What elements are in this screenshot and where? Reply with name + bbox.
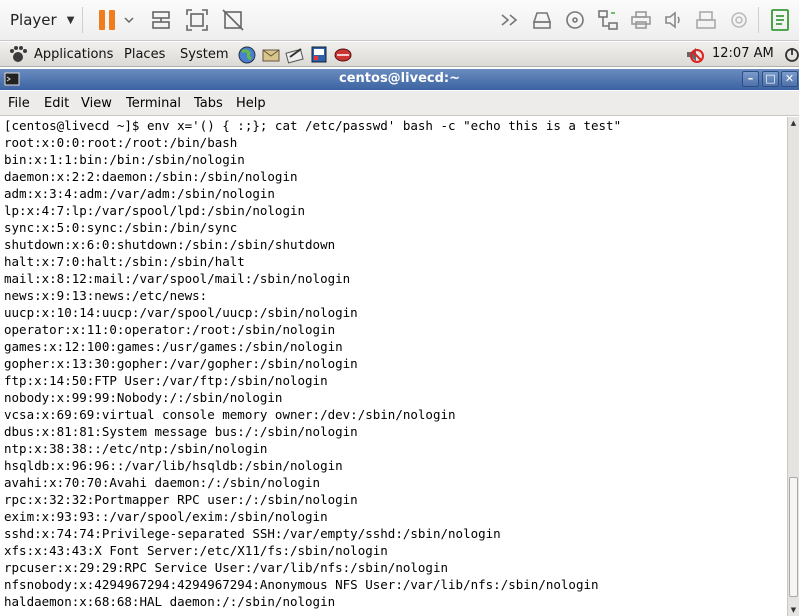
places-menu[interactable]: Places bbox=[124, 46, 165, 63]
fit-guest-icon[interactable] bbox=[185, 8, 209, 32]
scrollbar-thumb[interactable] bbox=[789, 477, 798, 597]
terminal-output-line: exim:x:93:93::/var/spool/exim:/sbin/nolo… bbox=[4, 509, 328, 524]
web-browser-icon[interactable] bbox=[237, 45, 257, 64]
system-menu[interactable]: System bbox=[180, 46, 228, 63]
gnome-top-panel: Applications Places System 12:07 AM bbox=[0, 42, 799, 67]
terminal-output-line: nobody:x:99:99:Nobody:/:/sbin/nologin bbox=[4, 390, 283, 405]
toolbar-divider bbox=[758, 7, 759, 33]
chevron-down-icon[interactable] bbox=[122, 8, 136, 32]
chevron-down-icon: ▼ bbox=[66, 14, 75, 26]
player-toolbar: Player ▼ bbox=[0, 0, 799, 41]
terminal-output-line: sync:x:5:0:sync:/sbin:/bin/sync bbox=[4, 220, 238, 235]
terminal-output-line: operator:x:11:0:operator:/root:/sbin/nol… bbox=[4, 322, 336, 337]
menu-tabs[interactable]: Tabs bbox=[194, 96, 223, 111]
message-log-icon[interactable] bbox=[768, 8, 792, 32]
toolbar-divider bbox=[82, 7, 83, 33]
console-view-icon[interactable] bbox=[499, 8, 523, 32]
terminal-output-line: lp:x:4:7:lp:/var/spool/lpd:/sbin/nologin bbox=[4, 203, 306, 218]
terminal-output-line: hsqldb:x:96:96::/var/lib/hsqldb:/sbin/no… bbox=[4, 458, 343, 473]
terminal-output-line: dbus:x:81:81:System message bus:/:/sbin/… bbox=[4, 424, 358, 439]
terminal-output-line: bin:x:1:1:bin:/bin:/sbin/nologin bbox=[4, 152, 245, 167]
window-titlebar[interactable]: centos@livecd:~ – □ ✕ bbox=[0, 69, 799, 90]
terminal-output-line: halt:x:7:0:halt:/sbin:/sbin/halt bbox=[4, 254, 245, 269]
menu-view[interactable]: View bbox=[81, 96, 112, 111]
text-editor-icon[interactable] bbox=[285, 45, 305, 64]
menu-file[interactable]: File bbox=[8, 96, 30, 111]
close-button[interactable]: ✕ bbox=[781, 71, 798, 87]
camera-icon[interactable] bbox=[727, 8, 751, 32]
vertical-scrollbar[interactable]: ▲ ▼ bbox=[787, 117, 799, 616]
hard-disk-icon[interactable] bbox=[530, 8, 554, 32]
terminal-output-line: news:x:9:13:news:/etc/news: bbox=[4, 288, 208, 303]
terminal-output-line: haldaemon:x:68:68:HAL daemon:/:/sbin/nol… bbox=[4, 594, 336, 609]
terminal-command-line: [centos@livecd ~]$ env x='() { :;}; cat … bbox=[4, 118, 622, 133]
cd-dvd-icon[interactable] bbox=[563, 8, 587, 32]
player-menu[interactable]: Player ▼ bbox=[10, 9, 74, 31]
unity-icon[interactable] bbox=[221, 8, 245, 32]
terminal-output-line: gopher:x:13:30:gopher:/var/gopher:/sbin/… bbox=[4, 356, 358, 371]
printer-icon[interactable] bbox=[629, 8, 653, 32]
terminal-output-line: sshd:x:74:74:Privilege-separated SSH:/va… bbox=[4, 526, 501, 541]
volume-muted-icon[interactable] bbox=[684, 45, 706, 64]
gnome-foot-icon bbox=[8, 45, 28, 64]
panel-clock[interactable]: 12:07 AM bbox=[712, 46, 774, 61]
terminal-output-line: mail:x:8:12:mail:/var/spool/mail:/sbin/n… bbox=[4, 271, 351, 286]
menu-help[interactable]: Help bbox=[236, 96, 266, 111]
terminal-output-line: vcsa:x:69:69:virtual console memory owne… bbox=[4, 407, 456, 422]
mail-icon[interactable] bbox=[261, 45, 281, 64]
menu-terminal[interactable]: Terminal bbox=[126, 96, 181, 111]
terminal-output-line: uucp:x:10:14:uucp:/var/spool/uucp:/sbin/… bbox=[4, 305, 358, 320]
minimize-button[interactable]: – bbox=[742, 71, 759, 87]
window-title: centos@livecd:~ bbox=[339, 71, 460, 86]
terminal-output-line: adm:x:3:4:adm:/var/adm:/sbin/nologin bbox=[4, 186, 275, 201]
player-menu-label: Player bbox=[10, 11, 57, 29]
pause-icon[interactable] bbox=[95, 8, 119, 32]
scroll-down-arrow-icon[interactable]: ▼ bbox=[788, 604, 799, 616]
terminal-output-line: nfsnobody:x:4294967294:4294967294:Anonym… bbox=[4, 577, 599, 592]
terminal-menubar: File Edit View Terminal Tabs Help bbox=[0, 91, 799, 116]
terminal-output-line: daemon:x:2:2:daemon:/sbin:/sbin/nologin bbox=[4, 169, 298, 184]
terminal-output[interactable]: [centos@livecd ~]$ env x='() { :;}; cat … bbox=[0, 117, 787, 616]
terminal-output-line: rpc:x:32:32:Portmapper RPC user:/:/sbin/… bbox=[4, 492, 358, 507]
terminal-output-line: shutdown:x:6:0:shutdown:/sbin:/sbin/shut… bbox=[4, 237, 336, 252]
scroll-up-arrow-icon[interactable]: ▲ bbox=[788, 117, 799, 129]
terminal-output-line: xfs:x:43:43:X Font Server:/etc/X11/fs:/s… bbox=[4, 543, 388, 558]
package-icon[interactable] bbox=[333, 45, 353, 64]
sound-card-icon[interactable] bbox=[662, 8, 686, 32]
usb-device-icon[interactable] bbox=[694, 8, 718, 32]
terminal-output-line: ntp:x:38:38::/etc/ntp:/sbin/nologin bbox=[4, 441, 268, 456]
menu-edit[interactable]: Edit bbox=[44, 96, 69, 111]
terminal-output-line: ftp:x:14:50:FTP User:/var/ftp:/sbin/nolo… bbox=[4, 373, 328, 388]
power-icon[interactable] bbox=[783, 45, 799, 64]
maximize-button[interactable]: □ bbox=[762, 71, 779, 87]
terminal-output-line: avahi:x:70:70:Avahi daemon:/:/sbin/nolog… bbox=[4, 475, 321, 490]
send-ctrl-alt-del-icon[interactable] bbox=[149, 8, 173, 32]
applications-menu[interactable]: Applications bbox=[34, 46, 113, 63]
terminal-output-line: root:x:0:0:root:/root:/bin/bash bbox=[4, 135, 238, 150]
terminal-output-line: rpcuser:x:29:29:RPC Service User:/var/li… bbox=[4, 560, 449, 575]
terminal-output-line: games:x:12:100:games:/usr/games:/sbin/no… bbox=[4, 339, 343, 354]
office-icon[interactable] bbox=[309, 45, 329, 64]
network-adapter-icon[interactable] bbox=[596, 8, 620, 32]
